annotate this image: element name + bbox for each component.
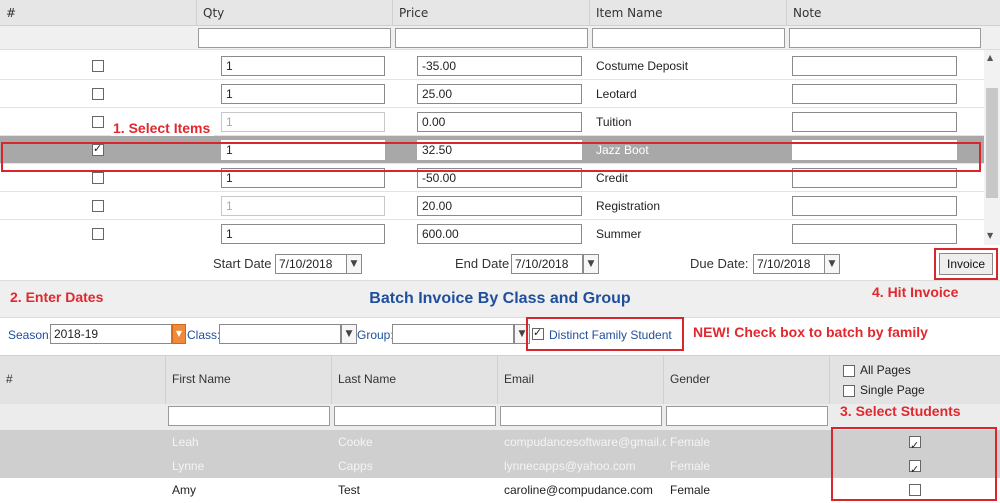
col-header-item-name[interactable]: Item Name — [590, 0, 787, 26]
note-input[interactable] — [792, 196, 957, 216]
scroll-down-icon[interactable]: ▼ — [987, 231, 993, 240]
class-label: Class: — [187, 328, 221, 342]
student-gender: Female — [670, 483, 711, 497]
qty-input[interactable]: 1 — [221, 112, 385, 132]
student-col-first-name[interactable]: First Name — [166, 355, 332, 404]
single-page-checkbox[interactable] — [843, 385, 855, 397]
end-date-label: End Date — [455, 256, 510, 271]
price-filter-input[interactable] — [395, 28, 588, 48]
all-pages-checkbox[interactable] — [843, 365, 855, 377]
item-name: Tuition — [596, 115, 632, 129]
note-input[interactable] — [792, 224, 957, 244]
item-name: Leotard — [596, 87, 637, 101]
item-name-filter-input[interactable] — [592, 28, 785, 48]
season-label: Season: — [8, 328, 53, 342]
group-select[interactable] — [392, 324, 514, 344]
student-gender: Female — [670, 435, 711, 449]
student-last-name: Test — [338, 483, 361, 497]
item-row-checkbox[interactable] — [92, 200, 104, 212]
student-col-number[interactable]: # — [0, 355, 166, 404]
price-input[interactable]: 0.00 — [417, 112, 582, 132]
due-date-chevron-down-icon[interactable]: ▼ — [824, 254, 840, 274]
item-name: Registration — [596, 199, 661, 213]
item-row-checkbox[interactable] — [92, 88, 104, 100]
class-chevron-down-icon[interactable]: ▼ — [341, 324, 357, 344]
note-input[interactable] — [792, 84, 957, 104]
due-date-label: Due Date: — [690, 256, 749, 271]
student-first-name: Leah — [172, 435, 199, 449]
item-name: Summer — [596, 227, 642, 241]
qty-input[interactable]: 1 — [221, 56, 385, 76]
student-last-name: Cooke — [338, 435, 373, 449]
student-email: compudancesoftware@gmail.com — [504, 435, 666, 449]
items-row[interactable]: 1 600.00 Summer — [0, 220, 984, 245]
price-input[interactable]: 600.00 — [417, 224, 582, 244]
item-row-checkbox[interactable] — [92, 60, 104, 72]
season-chevron-down-icon[interactable]: ▼ — [172, 324, 186, 344]
student-last-name: Capps — [338, 459, 373, 473]
scroll-up-icon[interactable]: ▲ — [987, 53, 993, 62]
last-name-filter-input[interactable] — [334, 406, 496, 426]
student-email: caroline@compudance.com — [504, 483, 653, 497]
price-input[interactable]: 25.00 — [417, 84, 582, 104]
student-col-last-name[interactable]: Last Name — [332, 355, 498, 404]
qty-input[interactable]: 1 — [221, 196, 385, 216]
col-header-number[interactable]: # — [0, 0, 197, 26]
price-input[interactable]: 20.00 — [417, 196, 582, 216]
due-date-input[interactable]: 7/10/2018 — [753, 254, 825, 274]
email-filter-input[interactable] — [500, 406, 662, 426]
end-date-input[interactable]: 7/10/2018 — [511, 254, 583, 274]
start-date-label: Start Date — [213, 256, 272, 271]
annotation-select-students: 3. Select Students — [840, 403, 961, 419]
price-input[interactable]: -35.00 — [417, 56, 582, 76]
selected-row-highlight — [1, 142, 981, 172]
class-select[interactable] — [219, 324, 341, 344]
qty-input[interactable]: 1 — [221, 84, 385, 104]
student-gender: Female — [670, 459, 711, 473]
student-col-gender[interactable]: Gender — [664, 355, 830, 404]
item-row-checkbox[interactable] — [92, 116, 104, 128]
annotation-select-items: 1. Select Items — [111, 120, 215, 136]
items-grid-scrollbar[interactable]: ▲ ▼ — [984, 50, 1000, 245]
single-page-label[interactable]: Single Page — [860, 383, 925, 397]
col-header-price[interactable]: Price — [393, 0, 590, 26]
student-first-name: Lynne — [172, 459, 205, 473]
invoice-button-highlight — [934, 248, 998, 280]
student-email: lynnecapps@yahoo.com — [504, 459, 636, 473]
student-col-email[interactable]: Email — [498, 355, 664, 404]
page-title: Batch Invoice By Class and Group — [369, 290, 631, 307]
scroll-thumb[interactable] — [986, 88, 998, 198]
note-input[interactable] — [792, 56, 957, 76]
start-date-chevron-down-icon[interactable]: ▼ — [346, 254, 362, 274]
item-row-checkbox[interactable] — [92, 228, 104, 240]
item-row-checkbox[interactable] — [92, 172, 104, 184]
start-date-input[interactable]: 7/10/2018 — [275, 254, 347, 274]
group-label: Group: — [357, 328, 394, 342]
col-header-qty[interactable]: Qty — [197, 0, 393, 26]
items-row[interactable]: 1 25.00 Leotard — [0, 80, 984, 108]
all-pages-label[interactable]: All Pages — [860, 363, 911, 377]
first-name-filter-input[interactable] — [168, 406, 330, 426]
col-header-note[interactable]: Note — [787, 0, 1000, 26]
qty-filter-input[interactable] — [198, 28, 391, 48]
item-name: Costume Deposit — [596, 59, 689, 73]
select-students-highlight — [831, 427, 997, 501]
distinct-family-highlight — [526, 317, 684, 351]
note-filter-input[interactable] — [789, 28, 981, 48]
student-first-name: Amy — [172, 483, 196, 497]
season-select[interactable]: 2018-19 — [50, 324, 172, 344]
annotation-hit-invoice: 4. Hit Invoice — [872, 284, 959, 300]
note-input[interactable] — [792, 112, 957, 132]
annotation-new-family: NEW! Check box to batch by family — [693, 324, 928, 340]
annotation-enter-dates: 2. Enter Dates — [10, 289, 104, 305]
items-row[interactable]: 1 -35.00 Costume Deposit — [0, 52, 984, 80]
items-row[interactable]: 1 20.00 Registration — [0, 192, 984, 220]
gender-filter-input[interactable] — [666, 406, 828, 426]
items-filter-row — [0, 26, 1000, 50]
end-date-chevron-down-icon[interactable]: ▼ — [583, 254, 599, 274]
qty-input[interactable]: 1 — [221, 224, 385, 244]
